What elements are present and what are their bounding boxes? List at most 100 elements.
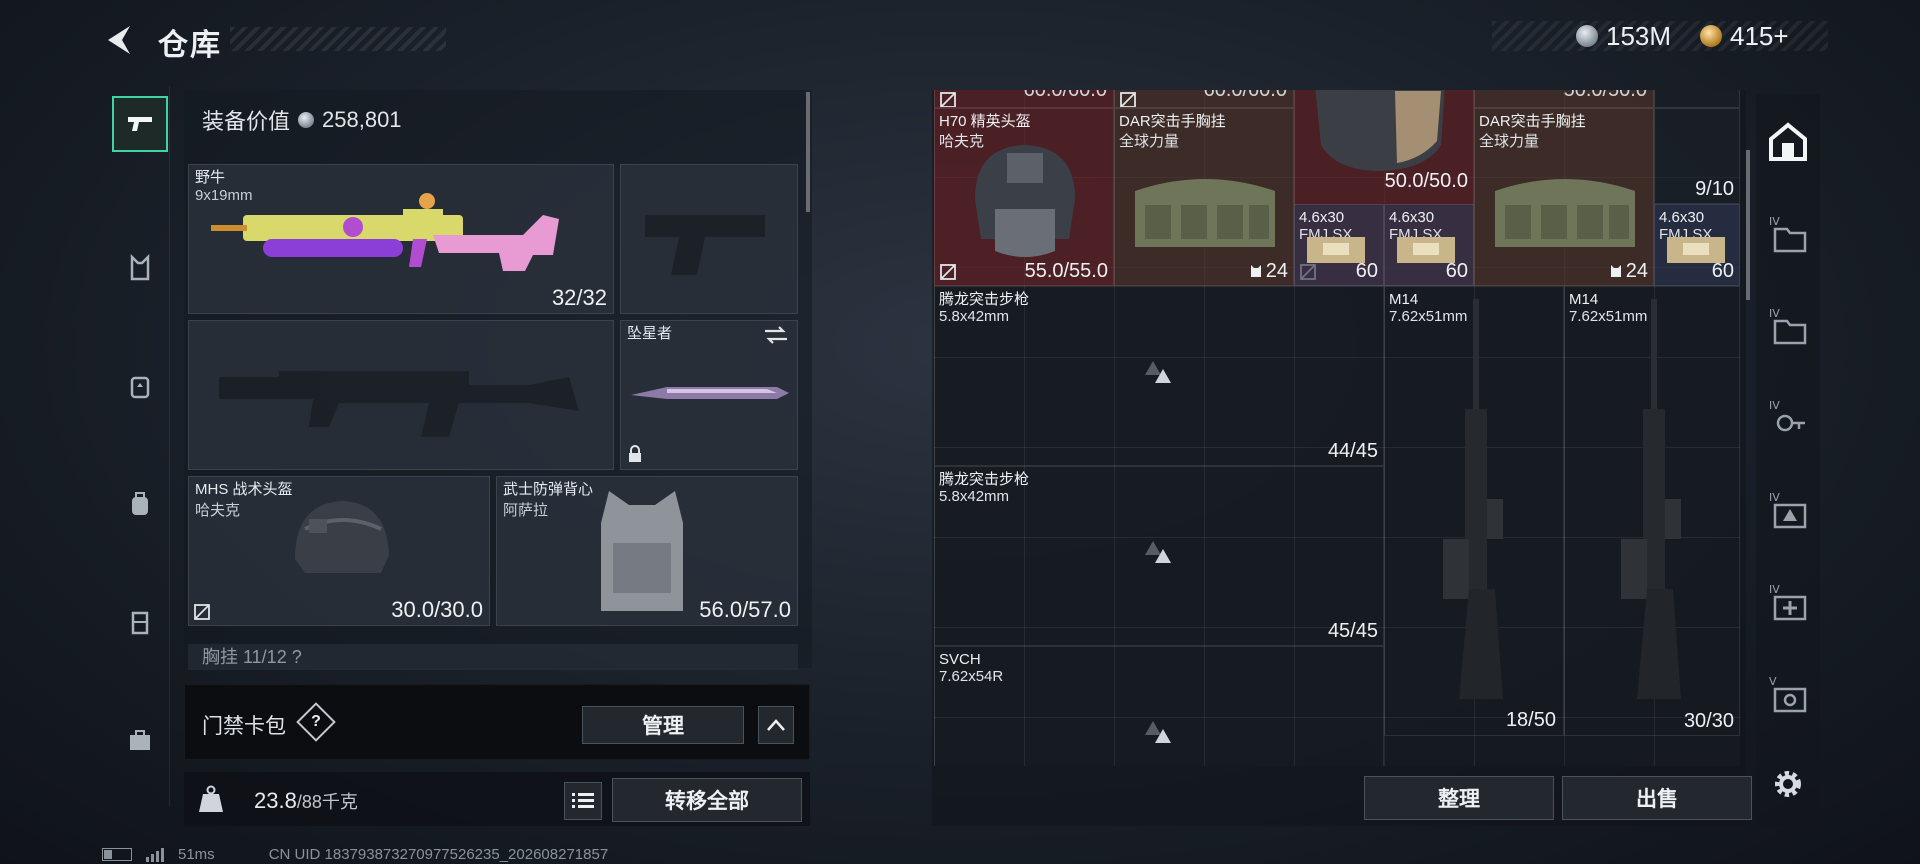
rail-item-case[interactable]: [112, 712, 168, 768]
item-name: 4.6x30: [1389, 209, 1435, 226]
storage-tab-5[interactable]: IV: [1760, 574, 1816, 630]
item-name: SVCH: [939, 651, 981, 668]
weight-readout: 23.8/88千克: [254, 788, 358, 814]
no-repair-icon: [940, 92, 956, 107]
armor-slot[interactable]: 武士防弹背心 阿萨拉 56.0/57.0: [496, 476, 798, 626]
tactical-helmet-image: [295, 501, 389, 573]
storage-item-ammo[interactable]: 4.6x30 FMJ SX 60: [1294, 204, 1384, 286]
sell-button[interactable]: 出售: [1562, 776, 1752, 820]
storage-item-partial[interactable]: 60.0/60.0: [1114, 90, 1294, 108]
armor-durability: 56.0/57.0: [699, 597, 791, 622]
item-ammo: 5.8x42mm: [939, 308, 1010, 325]
storage-tab-4[interactable]: IV: [1760, 482, 1816, 538]
silver-amount: 153M: [1606, 20, 1672, 51]
storage-item-tenglong-rifle[interactable]: 腾龙突击步枪 5.8x42mm 44/45: [934, 286, 1384, 466]
gear-icon: [1775, 771, 1801, 797]
storage-grid[interactable]: 60.0/60.0 60.0/60.0 50.0/50.0 H70 精英头盔 哈…: [934, 90, 1740, 766]
folder-icon: IV: [1769, 215, 1807, 253]
pistol-icon: [128, 117, 152, 131]
chest-rig-image: [1135, 179, 1275, 247]
rig-icon: [131, 611, 149, 635]
smg-weapon-image: [211, 193, 559, 271]
storage-item-ammo[interactable]: 4.6x30 FMJ SX 60: [1384, 204, 1474, 286]
settings-button[interactable]: [1760, 756, 1816, 812]
swap-icon[interactable]: [763, 325, 789, 345]
transfer-all-button[interactable]: 转移全部: [612, 778, 802, 822]
loadout-scrollbar[interactable]: [806, 92, 810, 212]
medkit-icon: IV: [1769, 583, 1807, 621]
item-name: 腾龙突击步枪: [939, 291, 1030, 308]
helmet-name: MHS 战术头盔: [195, 481, 293, 498]
item-capacity-value: 24: [1625, 260, 1648, 282]
svch-ammo-count: 18/50: [1505, 709, 1556, 731]
durability-value: 60.0/60.0: [1023, 90, 1107, 101]
rail-item-armor[interactable]: [112, 240, 168, 296]
storage-tab-6[interactable]: V: [1760, 666, 1816, 722]
storage-item-partial[interactable]: 60.0/60.0: [934, 90, 1114, 108]
pistol-slot-empty[interactable]: [620, 164, 798, 314]
storage-tab-home[interactable]: [1760, 114, 1816, 170]
melee-slot[interactable]: 坠星者: [620, 320, 798, 470]
item-ammo-count: 45/45: [1327, 620, 1378, 642]
helmet-slot[interactable]: MHS 战术头盔 哈夫克 30.0/30.0: [188, 476, 490, 626]
vest-capacity-icon: [1610, 265, 1621, 277]
question-icon: ?: [311, 713, 321, 730]
title-stripe-decoration: [230, 27, 446, 51]
list-view-button[interactable]: [564, 782, 602, 820]
key-icon: IV: [1769, 399, 1805, 432]
durability-value: 60.0/60.0: [1203, 90, 1287, 101]
storage-item-h70-helmet[interactable]: H70 精英头盔 哈夫克 55.0/55.0: [934, 108, 1114, 286]
storage-item-tenglong-rifle[interactable]: 腾龙突击步枪 5.8x42mm 45/45: [934, 466, 1384, 646]
storage-tab-1[interactable]: IV: [1760, 206, 1816, 262]
equip-value-label: 装备价值: [202, 109, 291, 134]
rail-item-weapons[interactable]: [112, 96, 168, 152]
silver-coin-icon: [298, 112, 315, 128]
storage-tab-3[interactable]: IV: [1760, 390, 1816, 446]
rifle-vertical-image: [1443, 299, 1503, 699]
loading-placeholder-icon: [1145, 541, 1171, 563]
equip-value-amount: 258,801: [322, 107, 402, 132]
storage-home-icon: [1769, 122, 1807, 161]
page-title: 仓库: [158, 29, 222, 62]
item-name: DAR突击手胸挂: [1119, 113, 1226, 130]
collapse-button[interactable]: [758, 706, 794, 744]
armor-name: 武士防弹背心: [503, 481, 594, 498]
item-durability: 55.0/55.0: [1024, 260, 1108, 282]
storage-item-stack[interactable]: 9/10: [1654, 108, 1740, 204]
storage-item-m14[interactable]: M14 7.62x51mm: [1384, 286, 1564, 736]
gold-amount: 415+: [1730, 20, 1789, 51]
no-repair-icon: [940, 264, 956, 280]
rail-item-backpack[interactable]: [112, 476, 168, 532]
storage-item-partial[interactable]: 50.0/50.0: [1474, 90, 1654, 108]
secondary-weapon-slot-empty[interactable]: [188, 320, 614, 470]
backpack-icon: [132, 492, 148, 515]
rail-item-rig[interactable]: [112, 594, 168, 650]
storage-item-m14[interactable]: M14 7.62x51mm 30/30: [1564, 286, 1740, 736]
gold-currency[interactable]: 415+: [1700, 20, 1789, 51]
item-stack-count: 9/10: [1695, 178, 1734, 200]
manage-button[interactable]: 管理: [582, 706, 744, 744]
armor-brand: 阿萨拉: [503, 502, 549, 519]
storage-scrollbar[interactable]: [1746, 150, 1750, 300]
weapon-name: 野牛: [195, 169, 226, 186]
storage-item-dar-chest-rig[interactable]: DAR突击手胸挂 全球力量 24: [1114, 108, 1294, 286]
storage-item-svch[interactable]: SVCH 7.62x54R: [934, 646, 1384, 766]
primary-weapon-slot[interactable]: 野牛 9x19mm 32/32: [188, 164, 614, 314]
helmet-image: [975, 145, 1075, 257]
storage-item-ammo[interactable]: 4.6x30 FMJ SX 60: [1654, 204, 1740, 286]
loading-placeholder-icon: [1145, 361, 1171, 383]
back-button[interactable]: [100, 20, 140, 60]
storage-item-dar-chest-rig[interactable]: DAR突击手胸挂 全球力量 24: [1474, 108, 1654, 286]
no-repair-icon: [194, 604, 210, 620]
rail-item-armored-backpack[interactable]: [112, 358, 168, 414]
storage-tab-2[interactable]: IV: [1760, 298, 1816, 354]
storage-item-partial[interactable]: [1654, 90, 1740, 108]
silver-currency[interactable]: 153M: [1576, 20, 1672, 51]
list-icon: [572, 793, 594, 808]
sort-button[interactable]: 整理: [1364, 776, 1554, 820]
chest-rig-row-partial[interactable]: 胸挂 11/12 ?: [188, 644, 798, 670]
svg-text:V: V: [1769, 675, 1777, 688]
helmet-brand: 哈夫克: [195, 502, 241, 519]
item-name: DAR突击手胸挂: [1479, 113, 1586, 130]
picture-icon: V: [1769, 675, 1807, 713]
